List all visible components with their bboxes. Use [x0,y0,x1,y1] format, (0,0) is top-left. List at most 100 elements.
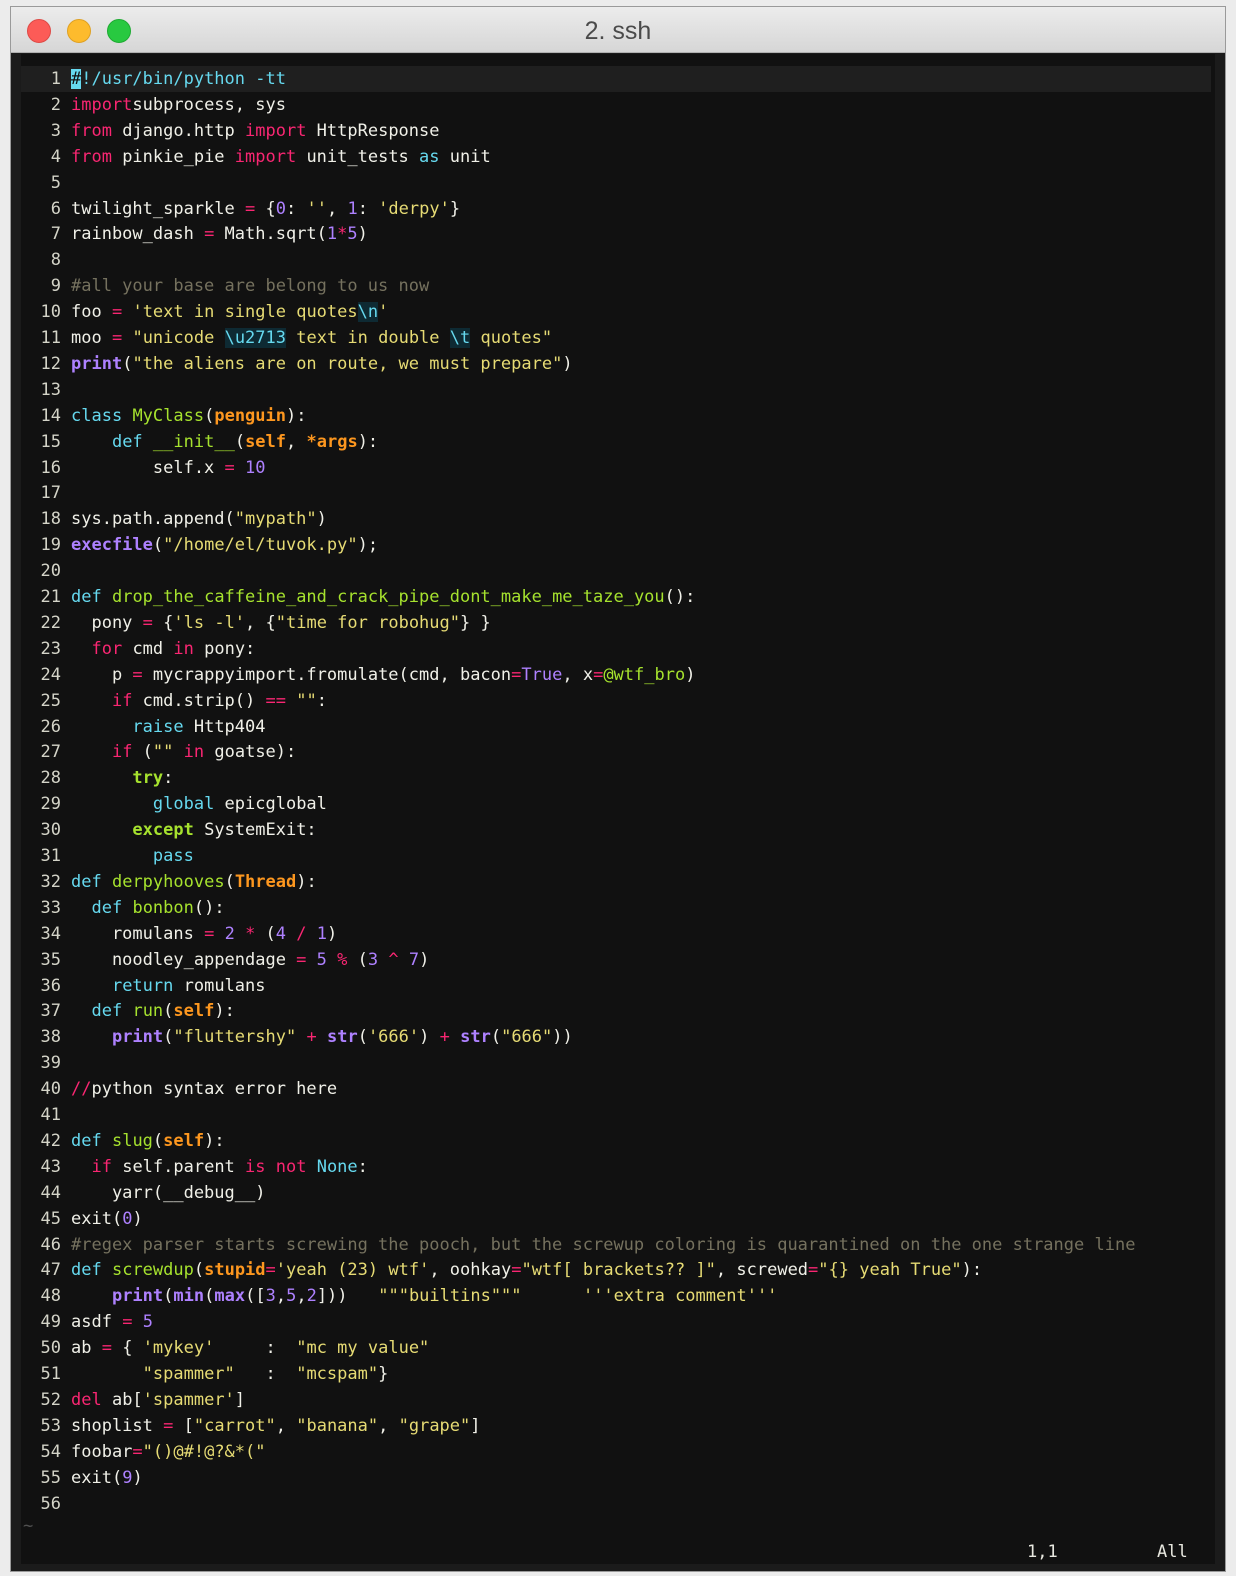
line-code: exit(0) [71,1208,143,1229]
code-line[interactable]: 40 //python syntax error here [21,1076,338,1102]
editor-area[interactable]: 1 #!/usr/bin/python -tt 2 importsubprocess,… [21,54,1215,1564]
line-number: 19 [40,535,61,556]
code-line[interactable]: 35 noodley_appendage = 5 % (3 ^ 7) [21,947,430,973]
code-line[interactable]: 54 foobar="()@#!@?&*(" [21,1439,266,1465]
line-number: 15 [40,431,61,452]
line-code: def slug(self): [71,1130,225,1151]
code-line[interactable]: 36 return romulans [21,973,266,999]
code-line[interactable]: 37 def run(self): [21,998,235,1024]
line-number: 33 [40,897,61,918]
code-line[interactable]: 13 [21,377,61,403]
code-line[interactable]: 8 [21,247,61,273]
code-line[interactable]: 30 except SystemExit: [21,817,317,843]
line-code: pony = {'ls -l', {"time for robohug"} } [71,612,491,633]
code-line[interactable]: 34 romulans = 2 * (4 / 1) [21,921,338,947]
line-number: 1 [50,69,61,89]
code-line[interactable]: 28 try: [21,765,174,791]
code-line[interactable]: 26 raise Http404 [21,714,266,740]
code-line[interactable]: 3 from django.http import HttpResponse [21,118,440,144]
line-code: raise Http404 [132,716,266,737]
code-line[interactable]: 5 [21,170,61,196]
code-line[interactable]: 48 print(min(max([3,5,2])) """builtins""… [21,1283,778,1309]
code-line[interactable]: 2 importsubprocess, sys [21,92,286,118]
line-code: ab = { 'mykey' : "mc my value" [71,1338,430,1359]
code-line[interactable]: 18 sys.path.append("mypath") [21,506,327,532]
line-code: from django.http import HttpResponse [71,120,440,141]
line-code: del ab['spammer'] [71,1389,246,1410]
line-number: 17 [40,483,61,504]
window-title: 2. ssh [584,17,652,45]
code-line[interactable]: 38 print("fluttershy" + str('666') + str… [21,1024,573,1050]
line-number: 52 [40,1389,61,1410]
code-line[interactable]: 33 def bonbon(): [21,895,225,921]
code-line[interactable]: 12 print("the aliens are on route, we mus… [21,351,573,377]
code-line[interactable]: 32 def derpyhooves(Thread): [21,869,317,895]
line-number: 29 [40,794,61,815]
code-line[interactable]: 27 if ("" in goatse): [21,739,297,765]
code-line[interactable]: 11 moo = "unicode \u2713 text in double \… [21,325,552,351]
code-line[interactable]: 17 [21,480,61,506]
line-code: "spammer" : "mcspam"} [142,1364,389,1384]
line-number: 10 [40,302,61,323]
code-line[interactable]: 47 def screwdup(stupid='yeah (23) wtf', o… [21,1257,983,1283]
code-line[interactable]: 46 #regex parser starts screwing the pooc… [21,1232,1136,1258]
line-code: foo = 'text in single quotes\n' [71,302,389,323]
code-line[interactable]: 1 #!/usr/bin/python -tt [21,66,1211,92]
code-line[interactable]: 21 def drop_the_caffeine_and_crack_pipe_d… [21,584,696,610]
line-code: def screwdup(stupid='yeah (23) wtf', ooh… [71,1260,983,1281]
line-number: 46 [40,1234,61,1255]
code-line[interactable]: 10 foo = 'text in single quotes\n' [21,299,388,325]
line-number: 22 [40,612,61,633]
title-bar[interactable]: 2. ssh [11,7,1225,53]
code-line[interactable]: 44 yarr(__debug__) [21,1180,266,1206]
line-code: print(min(max([3,5,2])) """builtins""" '… [111,1286,778,1307]
line-code: return romulans [111,975,266,996]
code-line[interactable]: 9 #all your base are belong to us now [21,273,429,299]
line-code: asdf = 5 [71,1312,153,1333]
line-number: 18 [40,509,61,530]
line-number: 26 [40,716,61,737]
line-code: shoplist = ["carrot", "banana", "grape"] [71,1415,481,1436]
line-code: #!/usr/bin/python -tt [71,69,286,89]
terminal-window: 2. ssh 1 #!/usr/bin/python -tt 2 importsubp… [10,6,1226,1572]
code-line[interactable]: 4 from pinkie_pie import unit_tests as un… [21,144,491,170]
code-line[interactable]: 52 del ab['spammer'] [21,1387,246,1413]
code-line[interactable]: 22 pony = {'ls -l', {"time for robohug"}… [21,610,491,636]
code-line[interactable]: 49 asdf = 5 [21,1309,153,1335]
code-line[interactable]: 51 "spammer" : "mcspam"} [21,1361,389,1387]
line-code: #regex parser starts screwing the pooch,… [71,1234,1136,1255]
line-number: 23 [40,638,61,659]
code-line[interactable]: 50 ab = { 'mykey' : "mc my value" [21,1335,430,1361]
code-line[interactable]: 19 execfile("/home/el/tuvok.py"); [21,532,379,558]
line-number: 31 [40,846,61,866]
code-line[interactable]: 53 shoplist = ["carrot", "banana", "grape… [21,1413,481,1439]
scroll-indicator: All [1157,1542,1188,1562]
code-line[interactable]: 14 class MyClass(penguin): [21,403,307,429]
line-number: 47 [40,1260,61,1281]
code-line[interactable]: 20 [21,558,61,584]
code-line[interactable]: 29 global epicglobal [21,791,327,817]
code-line[interactable]: 56 [21,1491,61,1517]
code-line[interactable]: 23 for cmd in pony: [21,636,256,662]
line-number: 7 [50,224,61,245]
line-code: twilight_sparkle = {0: '', 1: 'derpy'} [71,198,461,219]
code-line[interactable]: 16 self.x = 10 [21,455,266,481]
line-code: def derpyhooves(Thread): [71,871,317,892]
line-code: exit(9) [71,1467,143,1488]
line-code: yarr(__debug__) [71,1182,266,1203]
code-line[interactable]: 41 [21,1102,61,1128]
code-line[interactable]: 42 def slug(self): [21,1128,225,1154]
code-line[interactable]: 55 exit(9) [21,1465,143,1491]
line-number: 40 [40,1079,61,1100]
code-line[interactable]: 24 p = mycrappyimport.fromulate(cmd, bac… [21,662,696,688]
code-line[interactable]: 25 if cmd.strip() == "": [21,688,327,714]
code-line[interactable]: 7 rainbow_dash = Math.sqrt(1*5) [21,221,368,247]
code-line[interactable]: 31 pass [21,843,194,869]
code-line[interactable]: 15 def __init__(self, *args): [21,429,379,455]
code-line[interactable]: 6 twilight_sparkle = {0: '', 1: 'derpy'} [21,196,460,222]
code-line[interactable]: 43 if self.parent is not None: [21,1154,368,1180]
code-line[interactable]: 45 exit(0) [21,1206,143,1232]
line-number: 8 [50,250,61,271]
code-line[interactable]: 39 [21,1050,61,1076]
line-number: 5 [50,172,61,193]
